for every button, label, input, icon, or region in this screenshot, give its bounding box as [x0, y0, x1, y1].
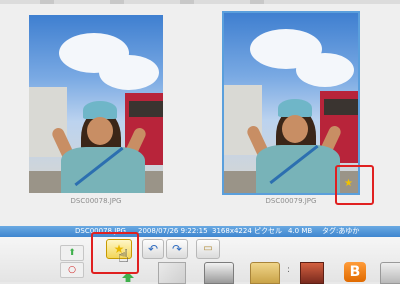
rotate-right-button[interactable]: ↷ [166, 239, 188, 259]
status-tags: タグ:あゆか [322, 227, 360, 235]
rotate-left-button[interactable]: ↶ [142, 239, 164, 259]
status-dimensions: 3168x4224 ピクセル [212, 227, 282, 235]
highlight-box-star-button [91, 232, 139, 274]
email-icon[interactable] [158, 262, 186, 284]
movie-icon[interactable] [300, 262, 324, 284]
folder-icon[interactable] [250, 262, 280, 284]
printer-icon[interactable] [204, 262, 234, 284]
status-datetime: 2008/07/26 9:22:15 [138, 227, 208, 235]
rotate-right-icon: ↷ [171, 242, 183, 256]
bottom-toolbar: ⬆ ○ ★ ↶ ↷ ▭ [0, 237, 400, 282]
photo-thumbnail[interactable] [29, 15, 163, 193]
more-icon[interactable] [380, 262, 400, 284]
hand-cursor-icon: ☝ [118, 246, 129, 267]
photo-filename: DSC00078.JPG [70, 197, 122, 205]
status-filesize: 4.0 MB [288, 227, 313, 235]
separator: : [287, 265, 291, 275]
move-up-button[interactable]: ⬆ [60, 245, 84, 261]
circle-button[interactable]: ○ [60, 262, 84, 278]
rotate-left-icon: ↶ [147, 242, 159, 256]
arrow-up-icon: ⬆ [68, 248, 76, 258]
status-bar: DSC00078.JPG 2008/07/26 9:22:15 3168x422… [0, 226, 400, 237]
tag-button[interactable]: ▭ [196, 239, 220, 259]
circle-icon: ○ [68, 265, 76, 275]
highlight-box-star [335, 165, 374, 205]
blogger-icon[interactable]: B [344, 262, 366, 282]
tag-icon: ▭ [203, 243, 213, 254]
